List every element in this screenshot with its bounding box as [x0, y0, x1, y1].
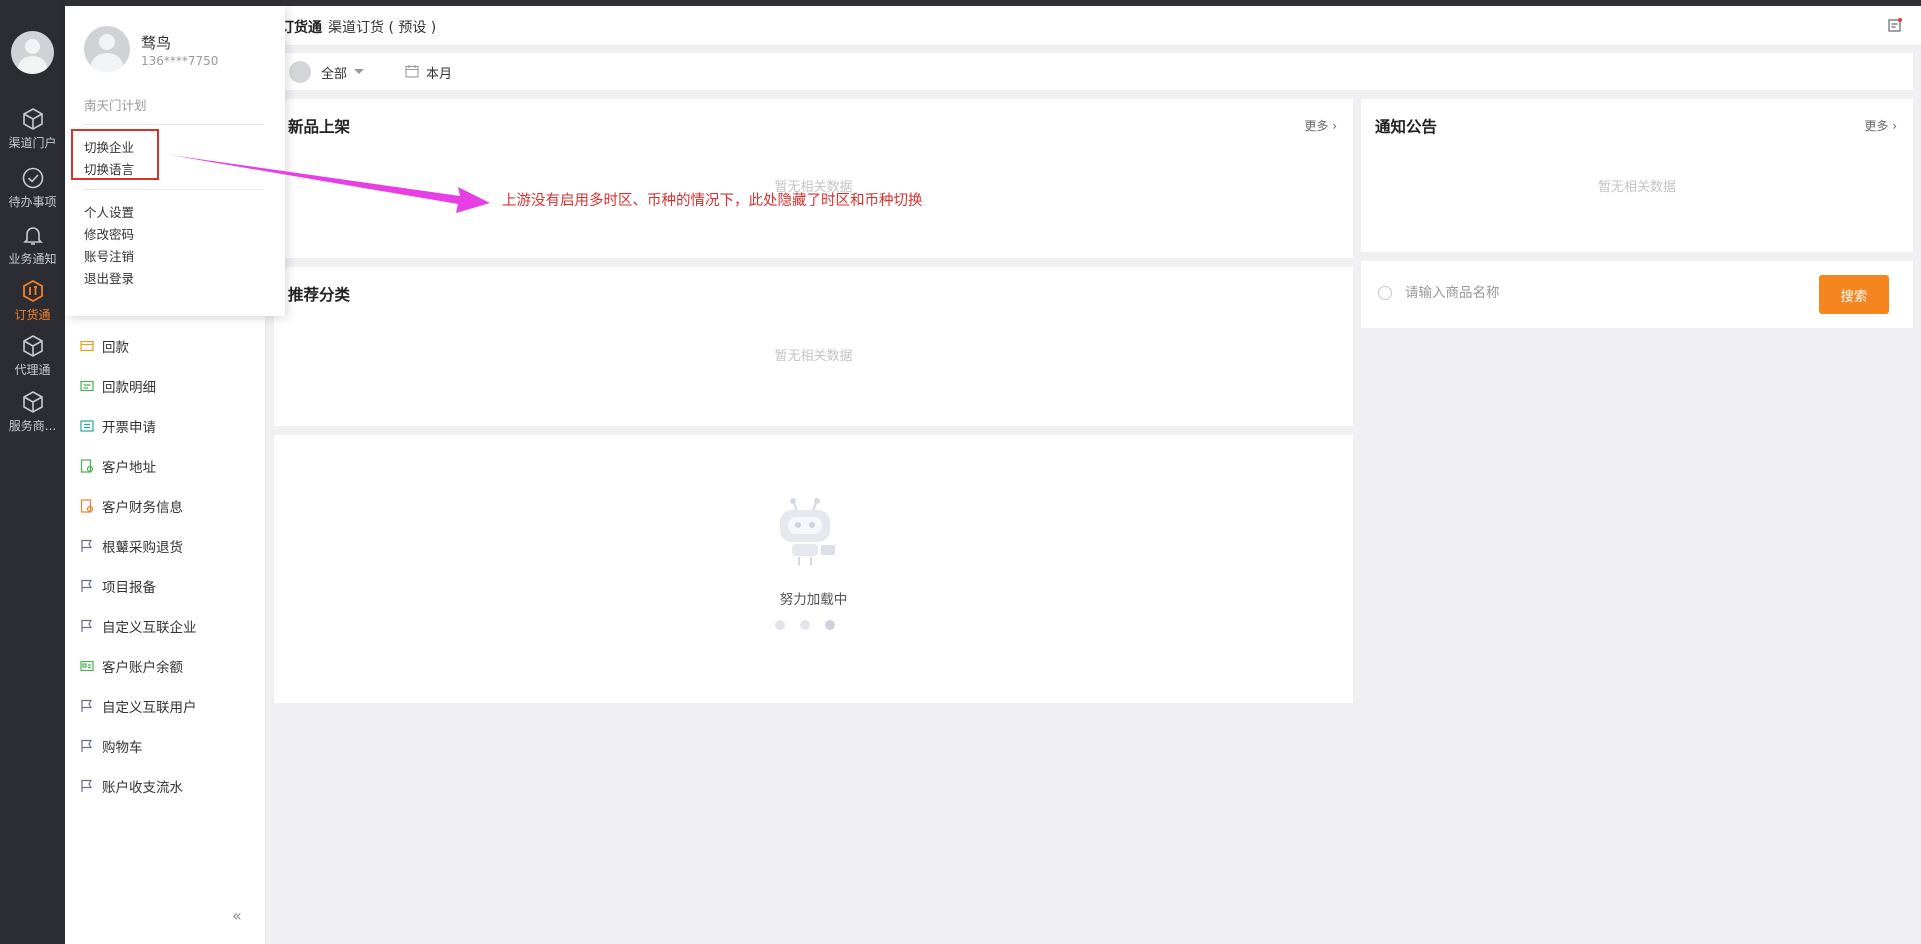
arrow-shape: [170, 155, 490, 213]
annotation-arrow: [170, 155, 490, 213]
annotation-text: 上游没有启用多时区、币种的情况下，此处隐藏了时区和币种切换: [502, 193, 923, 209]
